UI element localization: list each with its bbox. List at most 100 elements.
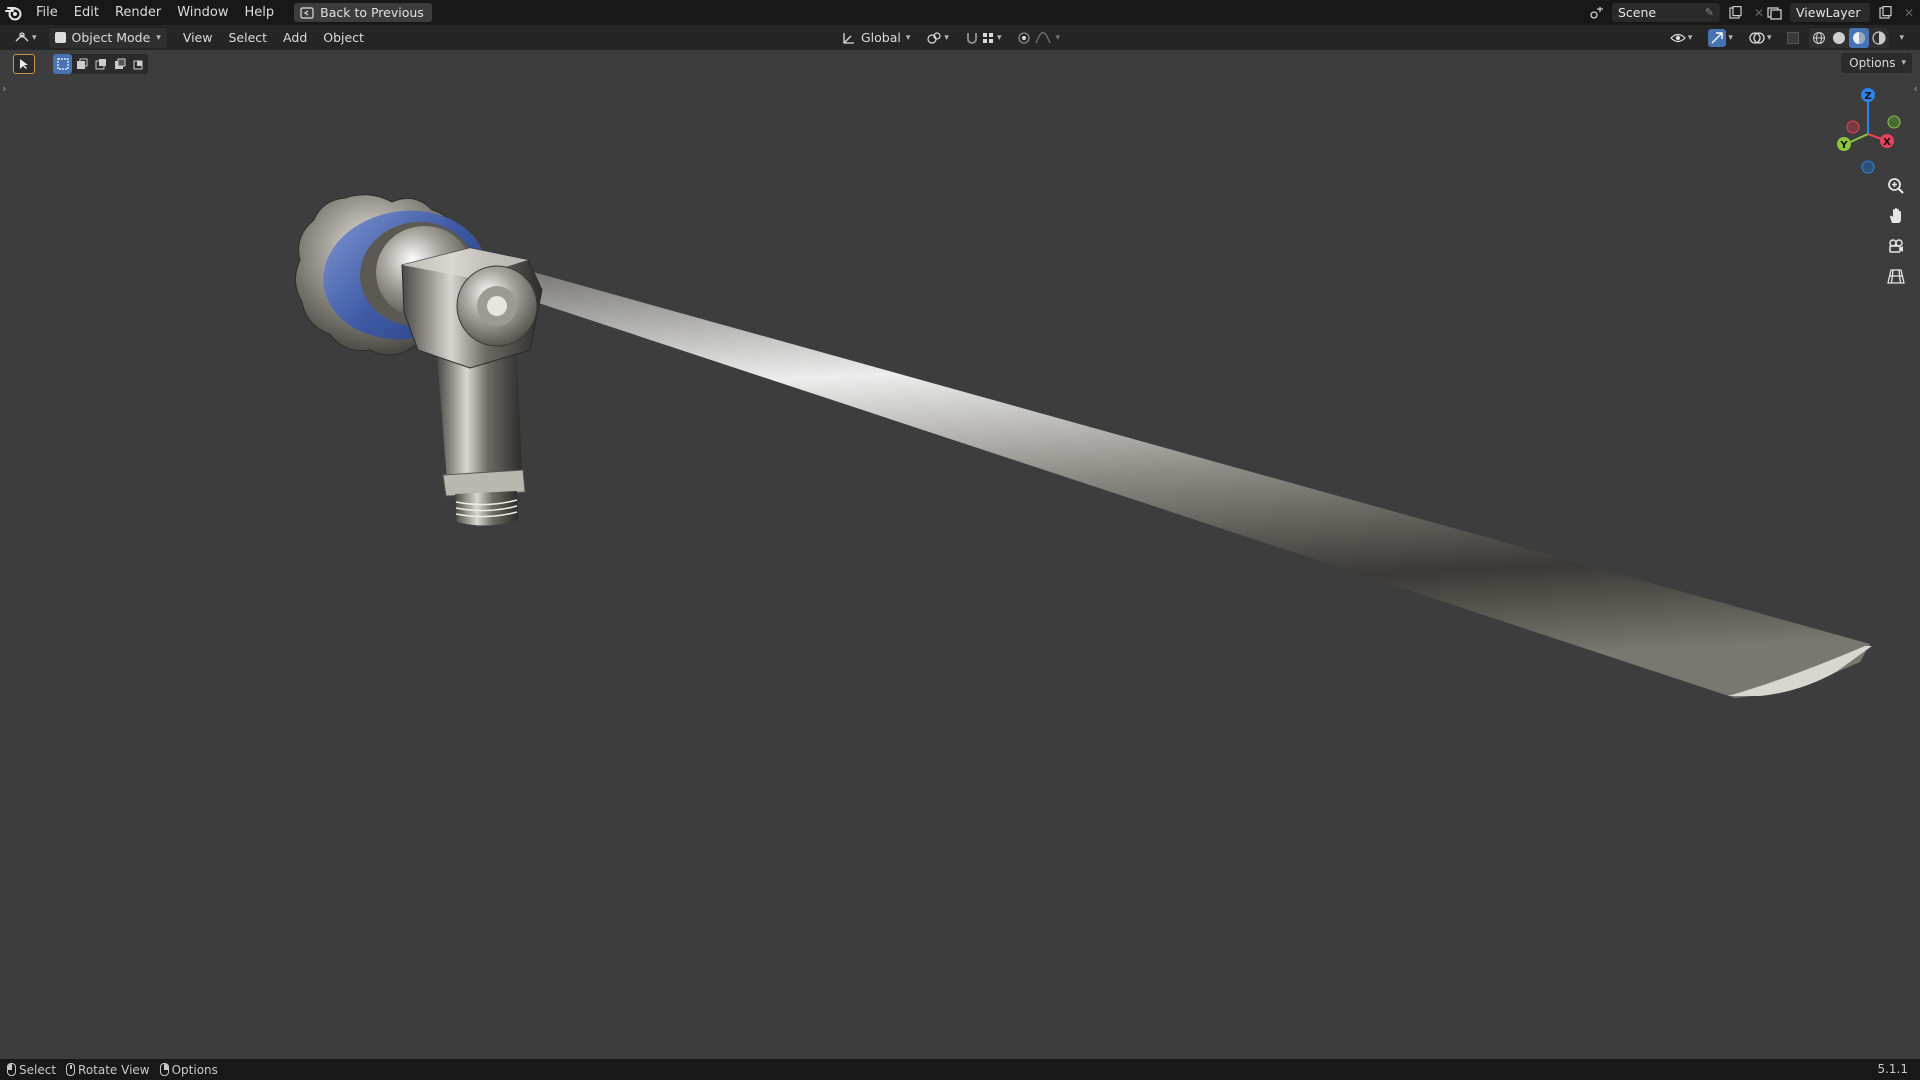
viewport-header: ▾ Object Mode ▾ View Select Add Object G… [0,25,1920,50]
solid-shading-button[interactable] [1829,28,1849,48]
menu-help[interactable]: Help [237,0,283,25]
xray-toggle[interactable] [1781,28,1805,48]
mouse-right-icon [159,1063,169,1076]
back-icon [300,6,314,19]
status-rotate-hint: Rotate View [61,1063,155,1077]
chevron-down-icon: ▾ [996,32,1002,43]
blender-logo-icon[interactable] [0,0,28,25]
camera-view-button[interactable] [1882,232,1910,260]
chevron-down-icon: ▾ [1728,32,1733,43]
scene-browse-icon[interactable] [1588,4,1606,22]
chevron-down-icon: ▾ [944,32,949,43]
snap-toggle[interactable]: ▾ [959,28,1008,48]
material-sphere-icon [1853,31,1866,44]
chevron-down-icon: ▾ [1899,32,1904,43]
snap-increment-icon [982,32,993,43]
axis-x-label: X [1883,137,1891,148]
status-options-label: Options [171,1062,218,1077]
overlays-icon [1749,31,1765,44]
view-layer-name: ViewLayer [1796,5,1861,20]
chevron-down-icon: ▾ [1687,32,1693,43]
wireframe-sphere-icon [1813,31,1826,44]
pivot-icon [927,31,942,44]
back-to-previous-label: Back to Previous [320,5,424,20]
axis-y-label: Y [1839,140,1848,151]
back-to-previous-button[interactable]: Back to Previous [294,3,432,22]
overlays-toggle[interactable]: ▾ [1743,28,1778,48]
new-view-layer-icon[interactable] [1876,4,1894,22]
scene-name: Scene [1618,5,1657,20]
zoom-icon [1888,178,1904,194]
chevron-down-icon: ▾ [156,32,161,43]
view-layer-selector: ViewLayer ✕ [1766,0,1918,25]
transform-tools: Global ▾ ▾ ▾ ▾ [836,27,1066,48]
viewport-display-tools: ▾ ▾ ▾ ▾ [1664,27,1910,48]
chevron-down-icon: ▾ [1766,32,1772,43]
mode-label: Object Mode [71,30,151,45]
camera-icon [1889,239,1903,253]
mode-selector[interactable]: Object Mode ▾ [48,27,167,48]
menu-window[interactable]: Window [169,0,236,25]
menu-select[interactable]: Select [222,28,273,48]
scene-selector: Scene ✎ ✕ [1588,0,1768,25]
editor-type-button[interactable]: ▾ [8,28,43,48]
rendered-sphere-icon [1872,30,1887,45]
magnet-icon [966,32,977,44]
eye-icon [1670,33,1686,42]
menu-view[interactable]: View [177,28,219,48]
falloff-icon [1035,31,1052,43]
axis-neg-y-handle[interactable] [1887,115,1901,129]
status-bar: Select Rotate View Options 5.1.1 [0,1059,1920,1080]
top-menubar: File Edit Render Window Help Back to Pre… [0,0,1920,25]
menu-file[interactable]: File [28,0,66,25]
status-select-hint: Select [2,1063,61,1077]
menu-add[interactable]: Add [277,28,313,48]
object-mode-icon [54,32,66,43]
new-scene-icon[interactable] [1726,4,1744,22]
scene-name-field[interactable]: Scene ✎ [1612,3,1720,22]
blender-window: File Edit Render Window Help Back to Pre… [0,0,1920,1080]
delete-view-layer-icon[interactable]: ✕ [1900,4,1918,22]
material-preview-shading-button[interactable] [1849,27,1870,48]
zoom-view-button[interactable] [1882,172,1910,200]
menu-object[interactable]: Object [317,28,370,48]
hand-icon [1890,208,1901,223]
view-layer-name-field[interactable]: ViewLayer [1790,3,1870,22]
orientation-icon [843,32,854,44]
gizmo-toggle[interactable]: ▾ [1702,28,1739,48]
grid-perspective-icon [1887,269,1905,284]
transform-orientation-select[interactable]: Global ▾ [836,28,916,48]
pivot-point-select[interactable]: ▾ [920,28,955,48]
proportional-edit-icon [1018,31,1031,44]
menu-edit[interactable]: Edit [66,0,107,25]
proportional-editing-toggle[interactable]: ▾ [1011,28,1066,48]
xray-icon [1787,31,1800,44]
chevron-down-icon: ▾ [1055,32,1060,43]
menu-render[interactable]: Render [107,0,169,25]
view-layer-browse-icon[interactable] [1766,4,1784,22]
model-render[interactable] [0,50,1920,1059]
perspective-toggle-button[interactable] [1882,262,1910,290]
axis-neg-x-handle[interactable] [1846,120,1860,134]
navigation-gizmo[interactable]: Z X Y [1825,86,1915,176]
rendered-shading-button[interactable] [1869,28,1889,48]
wireframe-shading-button[interactable] [1809,28,1829,48]
axis-z-label: Z [1864,91,1871,102]
status-select-label: Select [19,1062,57,1077]
visibility-select[interactable]: ▾ [1664,28,1699,48]
mouse-left-icon [7,1063,16,1076]
solid-sphere-icon [1833,31,1846,44]
pan-view-button[interactable] [1882,202,1910,230]
chevron-down-icon: ▾ [905,32,911,43]
3d-viewport[interactable]: Options ▾ › ‹ Z X Y [0,50,1920,1059]
mouse-middle-icon [66,1063,76,1076]
shading-options-dropdown[interactable]: ▾ [1893,28,1910,48]
version-label: 5.1.1 [1877,1062,1908,1076]
chevron-down-icon: ▾ [32,32,37,43]
pin-icon[interactable]: ✎ [1705,6,1714,19]
3d-viewport-icon [15,31,29,41]
status-options-hint: Options [155,1063,223,1077]
axis-neg-z-handle[interactable] [1861,160,1875,174]
shading-modes [1809,27,1890,48]
gizmo-icon [1708,28,1727,47]
